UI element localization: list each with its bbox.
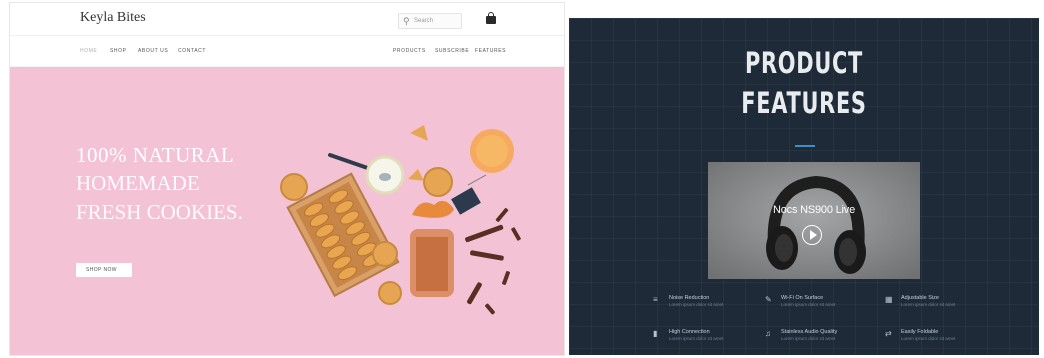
headphones-image	[708, 162, 920, 279]
shop-now-label: SHOP NOW	[86, 267, 117, 273]
nav-about-us[interactable]: About Us	[138, 47, 168, 55]
cookies-illustration	[280, 125, 521, 315]
feature-subtitle: Lorem ipsum dolor sit amet	[669, 302, 724, 307]
feature-item: ✎ Wi-Fi On Surface Lorem ipsum dolor sit…	[765, 295, 895, 315]
gift-tag	[451, 174, 487, 215]
fold-icon: ⇄	[885, 329, 892, 338]
shopping-bag-icon[interactable]	[486, 12, 496, 24]
nav-home[interactable]: Home	[80, 47, 97, 55]
section-title-line2: FEATURES	[741, 86, 867, 120]
battery-icon: ▮	[653, 329, 658, 338]
music-note-icon: ♫	[765, 329, 771, 338]
honey-jar	[470, 129, 514, 173]
feature-subtitle: Lorem ipsum dolor sit amet	[901, 302, 956, 307]
feature-subtitle: Lorem ipsum dolor sit amet	[781, 336, 836, 341]
main-navigation: Home Shop About Us Contact Products Subs…	[10, 36, 564, 67]
cookie-jar	[410, 200, 454, 297]
hero-headline-line1: 100% NATURAL	[76, 143, 235, 167]
search-placeholder: Search	[414, 18, 434, 24]
nav-contact[interactable]: Contact	[178, 47, 206, 55]
feature-subtitle: Lorem ipsum dolor sit amet	[669, 336, 724, 341]
hero-headline-line3: FRESH COOKIES.	[76, 200, 243, 224]
pen-icon: ✎	[765, 295, 772, 304]
feature-title: Noise Reduction	[669, 295, 710, 301]
top-bar: Keyla Bites ⚲ Search	[10, 3, 564, 36]
video-title: Nocs NS900 Live	[773, 204, 855, 216]
section-title-line1: PRODUCT	[744, 46, 864, 80]
search-input[interactable]: ⚲ Search	[398, 13, 462, 29]
title-divider	[795, 145, 815, 147]
feature-title: Adjustable Size	[901, 295, 939, 301]
feature-item: ♫ Stainless Audio Quality Lorem ipsum do…	[765, 329, 895, 349]
feature-title: High Connection	[669, 329, 710, 335]
nav-shop[interactable]: Shop	[110, 47, 127, 55]
hero-headline-line2: HOMEMADE	[76, 171, 200, 195]
waveform-icon: ≡	[653, 295, 658, 304]
search-icon: ⚲	[403, 16, 410, 26]
cinnamon-sticks	[465, 207, 521, 315]
grid-icon: ▦	[885, 295, 893, 304]
feature-subtitle: Lorem ipsum dolor sit amet	[781, 302, 836, 307]
feature-item: ▦ Adjustable Size Lorem ipsum dolor sit …	[885, 295, 1015, 315]
product-features-screenshot: PRODUCT FEATURES Nocs NS900 Live ≡ Noise…	[569, 18, 1039, 355]
feature-item: ▮ High Connection Lorem ipsum dolor sit …	[653, 329, 783, 349]
nav-products[interactable]: Products	[393, 47, 426, 55]
nav-features[interactable]: Features	[475, 47, 506, 55]
shop-now-button[interactable]: SHOP NOW	[76, 263, 132, 277]
nav-subscribe[interactable]: Subscribe	[435, 47, 469, 55]
feature-item: ⇄ Easily Foldable Lorem ipsum dolor sit …	[885, 329, 1015, 349]
play-icon[interactable]	[802, 225, 822, 245]
video-player[interactable]: Nocs NS900 Live	[708, 162, 920, 279]
keyla-bites-screenshot: Keyla Bites ⚲ Search Home Shop About Us …	[10, 3, 564, 355]
hero-banner: 100% NATURAL HOMEMADE FRESH COOKIES. SHO…	[10, 67, 564, 355]
feature-title: Stainless Audio Quality	[781, 329, 838, 335]
feature-subtitle: Lorem ipsum dolor sit amet	[901, 336, 956, 341]
feature-item: ≡ Noise Reduction Lorem ipsum dolor sit …	[653, 295, 783, 315]
feature-title: Easily Foldable	[901, 329, 939, 335]
brand-logo[interactable]: Keyla Bites	[80, 10, 146, 26]
feature-title: Wi-Fi On Surface	[781, 295, 824, 301]
